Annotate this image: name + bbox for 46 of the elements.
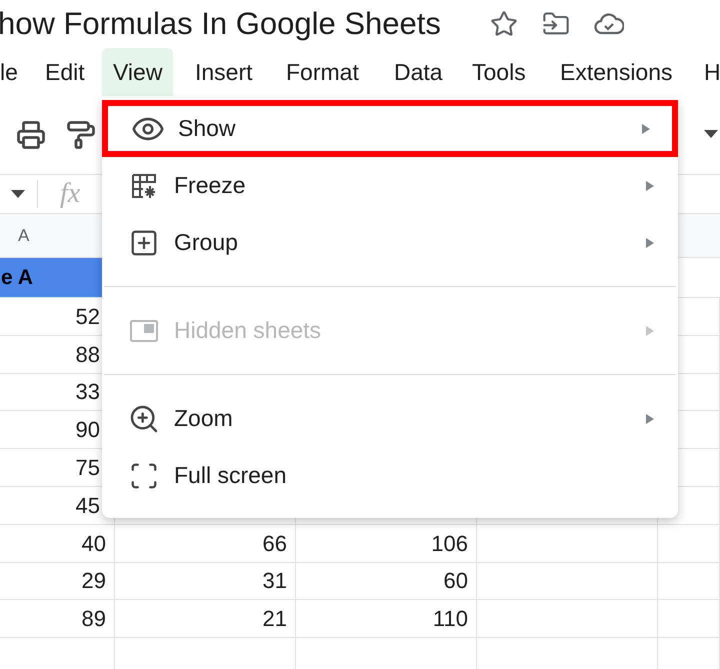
menu-bar-item[interactable]: H	[704, 48, 720, 96]
table-cell-text: 33	[76, 378, 100, 406]
menu-bar-item[interactable]: Edit	[45, 48, 85, 96]
menu-bar-item[interactable]: Extensions	[560, 48, 673, 96]
plus-square-icon	[129, 228, 159, 258]
paint-format-icon[interactable]	[66, 120, 96, 150]
table-cell-text: 89	[82, 605, 106, 634]
function-symbol: fx	[60, 177, 80, 211]
menu-bar-item[interactable]: le	[0, 48, 18, 96]
document-title: how Formulas In Google Sheets	[0, 4, 441, 43]
fullscreen-icon	[129, 460, 159, 490]
table-cell-text: 106	[431, 530, 468, 558]
sheet-icon	[130, 320, 158, 342]
menu-bar-item[interactable]: Format	[286, 48, 359, 96]
table-cell-text: 29	[82, 567, 106, 596]
menu-bar-item[interactable]: Data	[394, 48, 443, 96]
menu-bar-item[interactable]: View	[102, 48, 174, 96]
menu-bar-item[interactable]: Tools	[472, 48, 526, 96]
menu-item[interactable]: Freeze	[104, 157, 676, 214]
menu-bar-item[interactable]: Insert	[195, 48, 253, 96]
submenu-arrow-icon	[642, 124, 650, 134]
table-cell-text: 110	[432, 605, 468, 634]
table-cell-text: 75	[76, 454, 100, 482]
table-cell-text: 45	[76, 492, 100, 520]
menu-item[interactable]: Full screen	[104, 447, 676, 504]
table-cell-text: 90	[76, 416, 100, 444]
table-cell-text: 31	[262, 567, 287, 596]
dropdown-caret-icon	[11, 190, 25, 198]
submenu-arrow-icon	[646, 180, 654, 190]
column-header[interactable]: A	[18, 222, 30, 248]
submenu-arrow-icon	[646, 326, 654, 336]
freeze-grid-icon	[131, 172, 157, 198]
menu-item[interactable]: Zoom	[104, 390, 676, 447]
table-cell-text: 66	[262, 530, 287, 558]
menu-item[interactable]: Show	[102, 100, 678, 157]
table-cell-text: 40	[82, 530, 106, 558]
cloud-check-icon[interactable]	[594, 13, 624, 35]
submenu-arrow-icon	[646, 414, 654, 424]
submenu-arrow-icon	[646, 238, 654, 248]
table-cell-text: 60	[444, 567, 468, 596]
star-icon[interactable]	[490, 10, 518, 38]
print-icon[interactable]	[16, 120, 46, 150]
table-cell-text: 52	[76, 302, 100, 331]
table-cell-text: 88	[76, 340, 100, 369]
table-cell-text: 21	[262, 605, 287, 634]
dropdown-caret-icon	[704, 130, 718, 138]
